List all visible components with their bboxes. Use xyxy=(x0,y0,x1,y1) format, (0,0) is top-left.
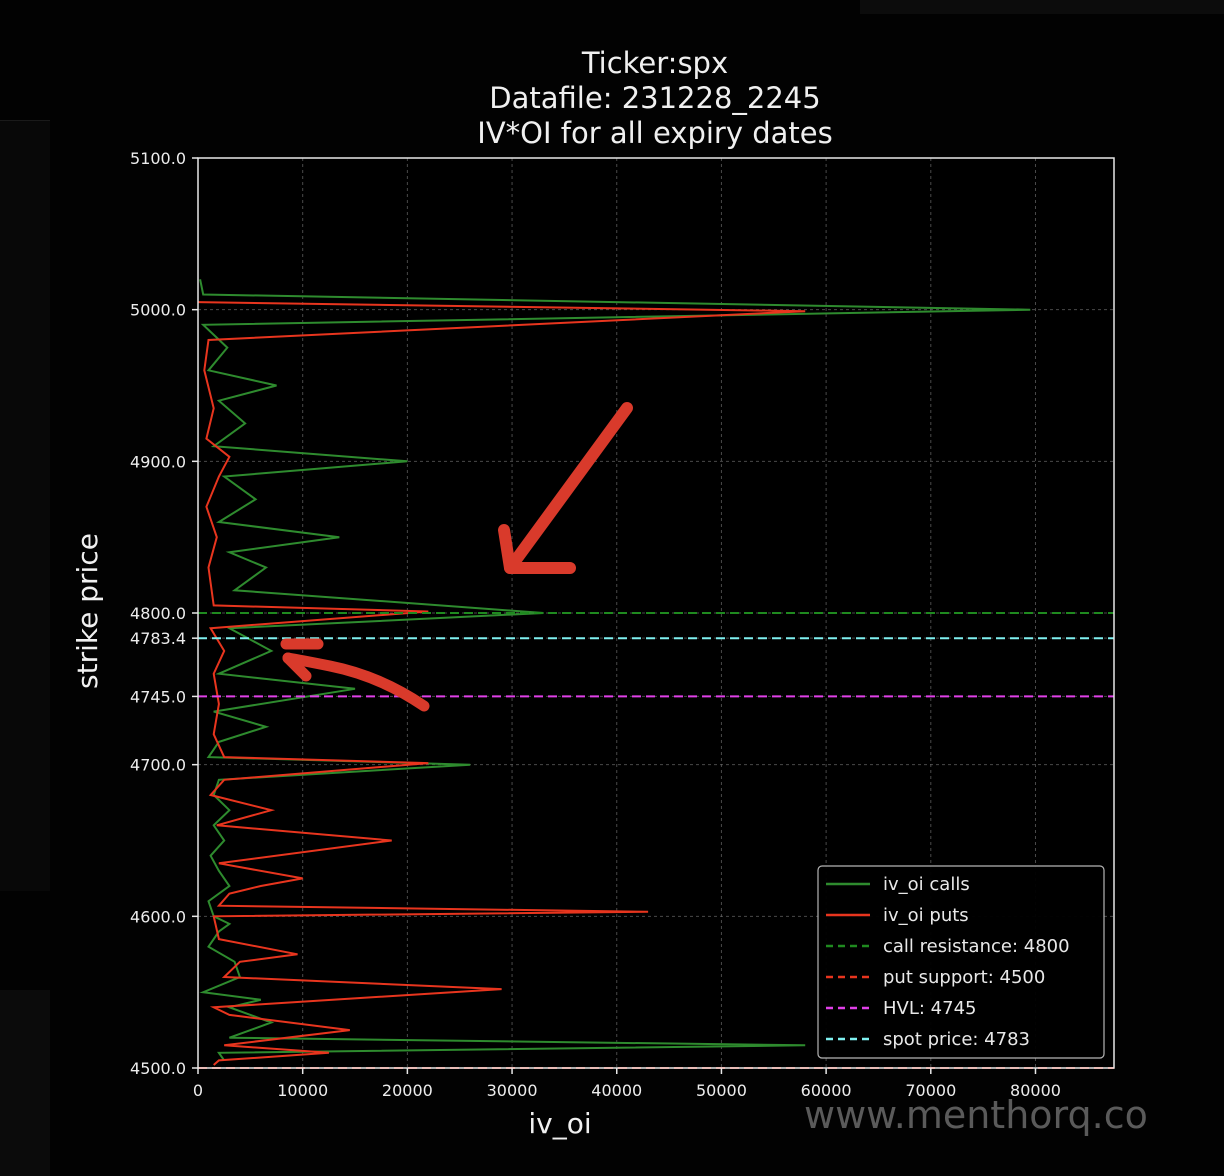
y-tick-label: 4900.0 xyxy=(130,452,186,471)
legend-entry-0: iv_oi calls xyxy=(883,874,970,895)
y-tick-label: 5000.0 xyxy=(130,301,186,320)
legend-entry-1: iv_oi puts xyxy=(883,905,969,926)
watermark-text: www.menthorq.co xyxy=(804,1093,1148,1137)
x-tick-label: 0 xyxy=(193,1081,203,1100)
legend-entry-3: put support: 4500 xyxy=(883,967,1045,988)
y-tick-label: 4600.0 xyxy=(130,907,186,926)
y-tick-label: 5100.0 xyxy=(130,149,186,168)
iv-oi-chart: 0 10000 20000 30000 40000 50000 60000 70000 8000… xyxy=(71,149,1148,1140)
y-tick-label: 4783.4 xyxy=(130,629,186,648)
y-tick-label: 4500.0 xyxy=(130,1059,186,1078)
x-tick-label: 30000 xyxy=(487,1081,538,1100)
chart-page: Ticker:spx Datafile: 231228_2245 IV*OI f… xyxy=(0,0,1224,1176)
legend-entry-5: spot price: 4783 xyxy=(883,1029,1030,1050)
x-tick-label: 50000 xyxy=(696,1081,747,1100)
legend-entry-2: call resistance: 4800 xyxy=(883,936,1070,957)
x-axis-label: iv_oi xyxy=(528,1107,591,1140)
x-tick-label: 20000 xyxy=(382,1081,433,1100)
y-tick-label: 4700.0 xyxy=(130,756,186,775)
y-tick-label: 4745.0 xyxy=(130,687,186,706)
x-tick-label: 10000 xyxy=(277,1081,328,1100)
y-axis-label: strike price xyxy=(71,533,104,689)
x-tick-label: 40000 xyxy=(591,1081,642,1100)
legend-entry-4: HVL: 4745 xyxy=(883,998,976,1019)
y-tick-label: 4800.0 xyxy=(130,604,186,623)
